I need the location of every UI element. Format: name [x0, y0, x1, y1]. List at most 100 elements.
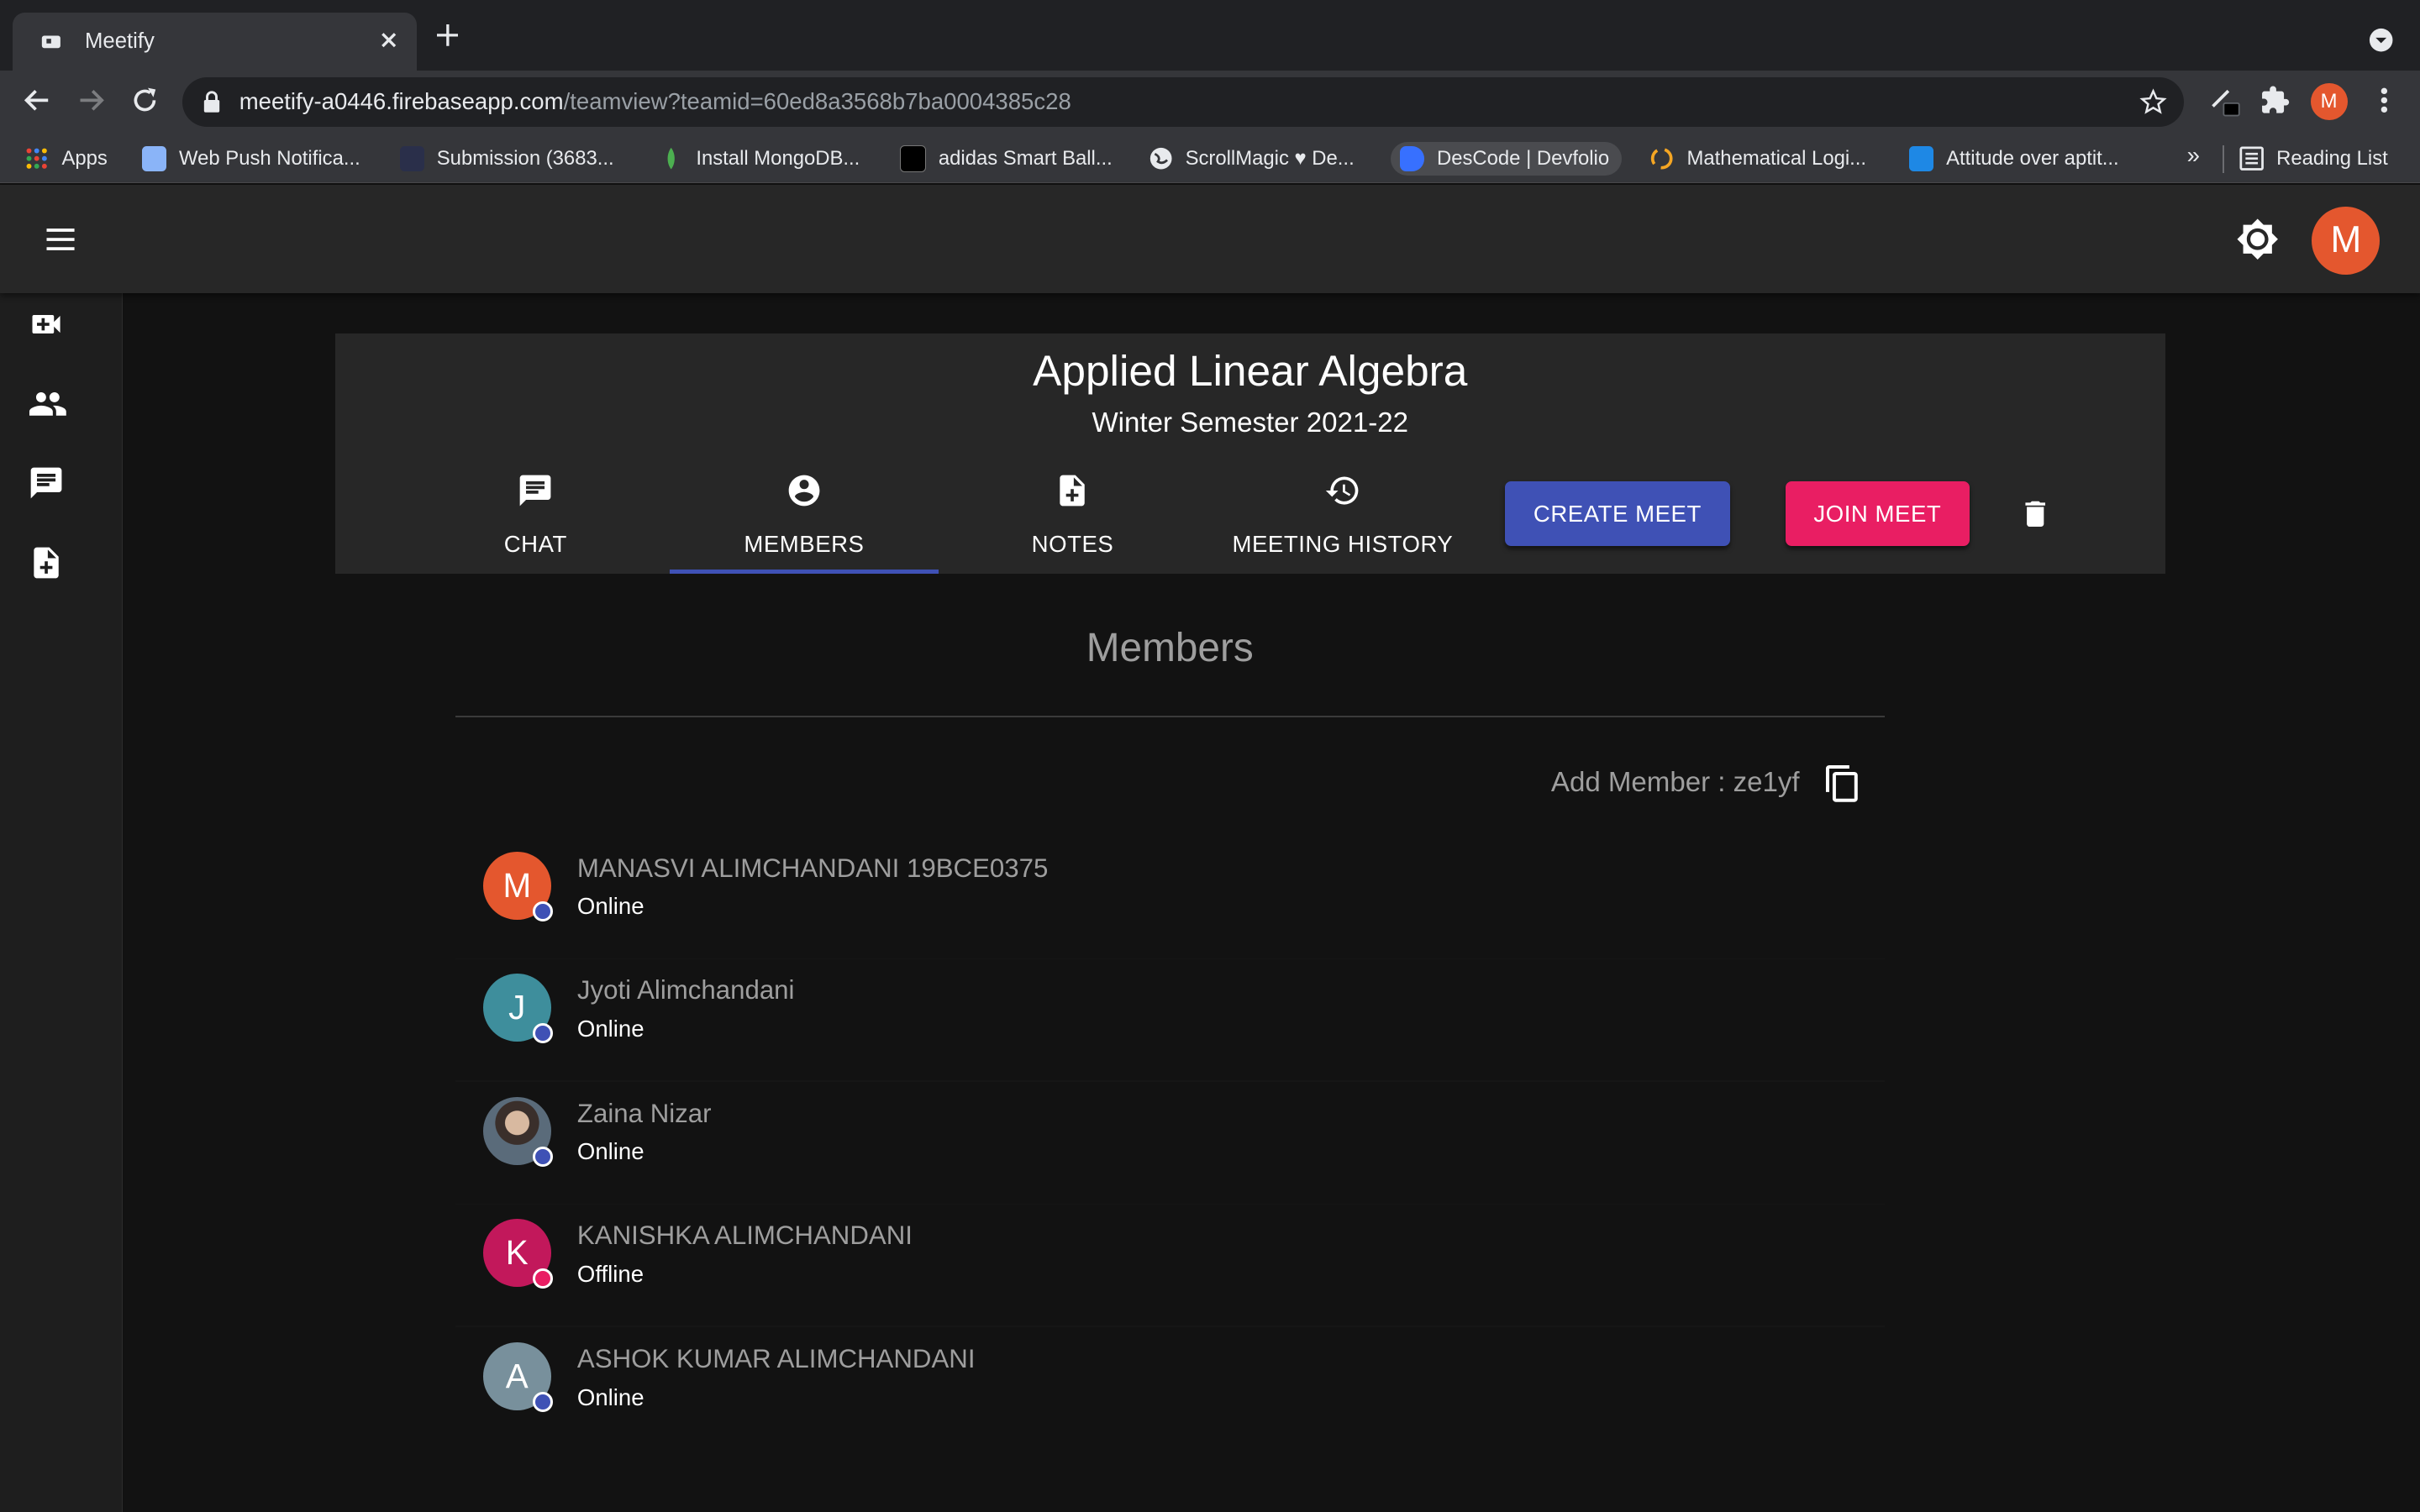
video-call-icon[interactable] — [28, 306, 65, 343]
new-tab-plus-icon[interactable] — [436, 24, 459, 47]
bookmark-adidas[interactable]: adidas Smart Ball... — [899, 142, 1113, 176]
member-list-item[interactable]: Zaina Nizar Online — [455, 1083, 1885, 1205]
bookmark-label: ScrollMagic ♥ De... — [1185, 147, 1355, 171]
member-list-item[interactable]: M MANASVI ALIMCHANDANI 19BCE0375 Online — [455, 837, 1885, 960]
back-arrow-icon[interactable] — [22, 85, 53, 116]
tab-chat[interactable]: CHAT — [402, 469, 671, 574]
online-status-dot — [532, 1391, 554, 1413]
bookmark-label: Mathematical Logi... — [1686, 147, 1867, 171]
meetify-favicon-icon — [40, 31, 62, 53]
member-divider — [455, 1079, 1885, 1082]
bookmark-label: DesCode | Devfolio — [1436, 147, 1610, 171]
copy-icon[interactable] — [1823, 764, 1863, 804]
url-path: /teamview?teamid=60ed8a3568b7ba0004385c2… — [563, 87, 1071, 114]
note-add-icon[interactable] — [28, 544, 65, 581]
bookmark-mathematical-logic[interactable]: Mathematical Logi... — [1649, 142, 1866, 176]
bookmark-attitude[interactable]: Attitude over aptit... — [1909, 142, 2119, 176]
member-divider — [455, 1325, 1885, 1327]
reading-list-label: Reading List — [2276, 147, 2388, 171]
bookmark-star-icon[interactable] — [2139, 88, 2167, 116]
web-push-favicon-icon — [141, 146, 167, 171]
online-status-dot — [532, 1022, 554, 1044]
delete-icon[interactable] — [2018, 494, 2052, 534]
bookmark-scrollmagic[interactable]: ScrollMagic ♥ De... — [1149, 142, 1355, 176]
bookmark-web-push[interactable]: Web Push Notifica... — [141, 142, 360, 176]
member-name: ASHOK KUMAR ALIMCHANDANI — [576, 1343, 976, 1373]
history-icon — [1324, 472, 1361, 509]
tab-meeting-history[interactable]: MEETING HISTORY — [1208, 469, 1477, 574]
browser-tab-title: Meetify — [85, 29, 155, 53]
member-list-item[interactable]: A ASHOK KUMAR ALIMCHANDANI Online — [455, 1328, 1885, 1450]
browser-profile-avatar[interactable]: M — [2310, 83, 2348, 121]
bookmark-submission[interactable]: Submission (3683... — [399, 142, 614, 176]
forward-arrow-icon[interactable] — [76, 85, 107, 116]
more-vert-icon[interactable] — [2369, 85, 2400, 116]
tab-search-chevron-icon[interactable] — [2369, 28, 2393, 52]
bookmarks-overflow-button[interactable]: » — [2187, 142, 2200, 169]
address-bar[interactable]: meetify-a0446.firebaseapp.com/teamview?t… — [182, 76, 2184, 127]
chat-icon — [517, 472, 554, 509]
member-status: Online — [576, 1383, 644, 1410]
course-title: Applied Linear Algebra — [1033, 346, 1468, 396]
add-member-code: Add Member : ze1yf — [1550, 766, 1800, 798]
extensions-puzzle-icon[interactable] — [2260, 85, 2291, 116]
reading-list-button[interactable]: Reading List — [2239, 142, 2388, 176]
course-subtitle: Winter Semester 2021-22 — [1092, 407, 1409, 438]
lock-icon — [203, 91, 221, 113]
tab-meeting-history-label: MEETING HISTORY — [1232, 530, 1454, 557]
bookmark-devfolio[interactable]: DesCode | Devfolio — [1390, 141, 1622, 176]
mongodb-leaf-icon — [659, 146, 683, 171]
member-list-item[interactable]: J Jyoti Alimchandani Online — [455, 959, 1885, 1082]
bookmark-label: Attitude over aptit... — [1946, 147, 2119, 171]
hamburger-menu-icon[interactable] — [42, 221, 79, 258]
globe-icon — [1149, 146, 1173, 171]
members-heading: Members — [1086, 625, 1254, 670]
submission-favicon-icon — [399, 146, 425, 171]
bookmark-label: adidas Smart Ball... — [938, 147, 1113, 171]
note-add-icon — [1054, 472, 1091, 509]
bookmarks-bar: Apps Web Push Notifica... Submission (36… — [0, 132, 2420, 183]
member-name: KANISHKA ALIMCHANDANI — [576, 1220, 913, 1250]
create-meet-button[interactable]: CREATE MEET — [1504, 481, 1730, 547]
tab-members[interactable]: MEMBERS — [670, 469, 939, 574]
reading-list-icon — [2239, 146, 2265, 171]
member-status: Online — [576, 893, 644, 920]
member-status: Online — [576, 1015, 644, 1042]
join-meet-button[interactable]: JOIN MEET — [1786, 481, 1970, 547]
tab-chat-label: CHAT — [503, 530, 567, 557]
people-icon[interactable] — [28, 384, 68, 424]
bookmark-apps[interactable]: Apps — [24, 142, 108, 176]
bookmarks-divider — [2222, 144, 2224, 173]
account-circle-icon — [786, 472, 823, 509]
attitude-favicon-icon — [1909, 146, 1934, 171]
offline-status-dot — [532, 1268, 554, 1289]
bookmark-label: Submission (3683... — [436, 147, 614, 171]
member-name: MANASVI ALIMCHANDANI 19BCE0375 — [576, 853, 1049, 883]
loading-spinner-icon — [1649, 146, 1674, 171]
tab-notes[interactable]: NOTES — [939, 469, 1207, 574]
brightness-toggle-icon[interactable] — [2236, 218, 2279, 260]
devfolio-favicon-icon — [1399, 146, 1425, 171]
online-status-dot — [532, 900, 554, 921]
team-header-card: Applied Linear Algebra Winter Semester 2… — [334, 333, 2165, 575]
url-text: meetify-a0446.firebaseapp.com/teamview?t… — [239, 88, 1071, 115]
chat-icon[interactable] — [28, 465, 65, 501]
online-status-dot — [532, 1146, 554, 1168]
bookmark-label: Apps — [61, 147, 108, 171]
member-status: Offline — [576, 1260, 644, 1287]
reload-icon[interactable] — [129, 85, 160, 116]
color-picker-extension-icon[interactable] — [2208, 83, 2242, 117]
browser-tab-meetify[interactable]: Meetify — [12, 12, 417, 71]
bookmark-mongodb[interactable]: Install MongoDB... — [659, 142, 860, 176]
member-name: Zaina Nizar — [576, 1098, 712, 1128]
active-tab-indicator — [670, 569, 939, 575]
members-divider — [455, 716, 1885, 718]
member-name: Jyoti Alimchandani — [576, 974, 795, 1005]
user-avatar[interactable]: M — [2312, 207, 2381, 275]
app-bar: M — [0, 185, 2420, 293]
tab-members-label: MEMBERS — [744, 530, 865, 557]
adidas-favicon-icon — [899, 145, 927, 172]
close-icon[interactable] — [376, 28, 401, 52]
member-list-item[interactable]: K KANISHKA ALIMCHANDANI Offline — [455, 1205, 1885, 1327]
bookmark-label: Install MongoDB... — [696, 147, 860, 171]
